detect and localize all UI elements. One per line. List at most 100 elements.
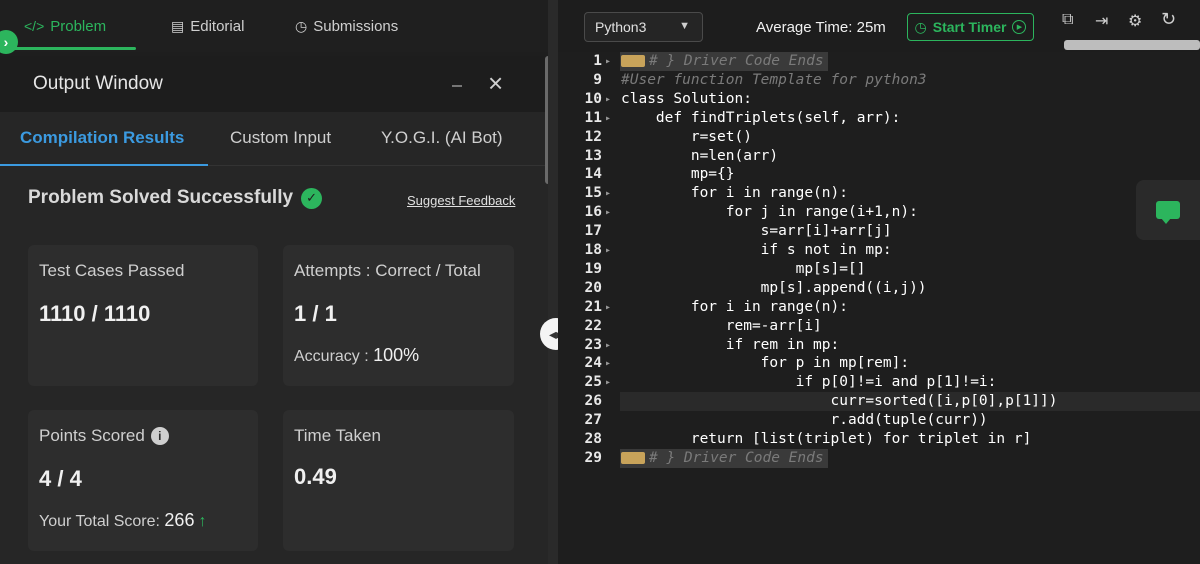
- code-line[interactable]: 9 #User function Template for python3: [558, 71, 1200, 90]
- fold-arrow-icon[interactable]: ▸: [605, 373, 611, 392]
- fold-arrow-icon[interactable]: ▸: [605, 298, 611, 317]
- code-line[interactable]: 27 r.add(tuple(curr)): [558, 411, 1200, 430]
- code-text: for i in range(n):: [621, 185, 848, 202]
- code-text: # } Driver Code Ends: [621, 52, 824, 71]
- tab-submissions-label: Submissions: [313, 17, 399, 35]
- start-timer-label: Start Timer: [932, 19, 1007, 35]
- minimize-icon[interactable]: ⎯: [452, 74, 462, 97]
- code-line[interactable]: 25 ▸ if p[0]!=i and p[1]!=i:: [558, 373, 1200, 392]
- clock-icon: ◷: [914, 18, 927, 35]
- code-text: mp={}: [621, 166, 735, 183]
- code-line[interactable]: 14 mp={}: [558, 165, 1200, 184]
- fold-arrow-icon[interactable]: ▸: [605, 184, 611, 203]
- folded-code-badge[interactable]: [621, 451, 645, 464]
- editor-pane: Python3 ▼ Average Time: 25m ◷ Start Time…: [558, 0, 1200, 564]
- line-number: 18: [584, 242, 602, 258]
- code-line[interactable]: 28 return [list(triplet) for triplet in …: [558, 430, 1200, 449]
- language-select[interactable]: Python3 ▼: [584, 12, 703, 42]
- tab-yogi-ai-bot[interactable]: Y.O.G.I. (AI Bot): [381, 128, 503, 148]
- line-number: 11: [584, 109, 602, 126]
- line-number: 17: [584, 223, 602, 240]
- line-number: 25: [584, 374, 602, 391]
- code-line[interactable]: 18 ▸ if s not in mp:: [558, 241, 1200, 260]
- code-line[interactable]: 20 mp[s].append((i,j)): [558, 279, 1200, 298]
- code-line[interactable]: 17 s=arr[i]+arr[j]: [558, 222, 1200, 241]
- gear-icon[interactable]: ⚙: [1128, 11, 1142, 31]
- card-attempts: Attempts : Correct / Total 1 / 1 Accurac…: [283, 245, 514, 386]
- tab-editorial[interactable]: ▤ Editorial: [171, 0, 244, 52]
- card-value: 1110 / 1110: [39, 301, 151, 326]
- status-text: Problem Solved Successfully: [28, 187, 294, 208]
- folded-code-badge[interactable]: [621, 55, 645, 67]
- code-text: for j in range(i+1,n):: [621, 204, 918, 221]
- code-line[interactable]: 11 ▸ def findTriplets(self, arr):: [558, 109, 1200, 128]
- code-line[interactable]: 19 mp[s]=[]: [558, 260, 1200, 279]
- code-text: n=len(arr): [621, 147, 779, 164]
- line-number: 26: [584, 393, 602, 410]
- line-number: 19: [584, 260, 602, 277]
- line-number: 16: [584, 204, 602, 221]
- editor-horizontal-scrollbar[interactable]: [1064, 40, 1200, 50]
- card-value: 4 / 4: [39, 466, 82, 491]
- code-line[interactable]: 13 n=len(arr): [558, 147, 1200, 166]
- close-icon[interactable]: ×: [488, 70, 503, 96]
- tab-active-underline: [12, 47, 136, 50]
- total-score-value: 266: [164, 510, 195, 530]
- code-line[interactable]: 10 ▸ class Solution:: [558, 90, 1200, 109]
- total-score: Your Total Score: 266 ↑: [39, 510, 206, 531]
- code-line[interactable]: 26 curr=sorted([i,p[0],p[1]]): [558, 392, 1200, 411]
- fold-arrow-icon[interactable]: ▸: [605, 354, 611, 373]
- language-value: Python3: [595, 19, 647, 35]
- code-text: s=arr[i]+arr[j]: [621, 223, 892, 240]
- code-line[interactable]: 1 ▸ # } Driver Code Ends: [558, 52, 1200, 71]
- app-root: </> Problem ▤ Editorial ◷ Submissions › …: [0, 0, 1200, 564]
- code-line[interactable]: 29 # } Driver Code Ends: [558, 449, 1200, 468]
- chat-button[interactable]: [1136, 180, 1200, 240]
- export-icon[interactable]: ⇥: [1095, 11, 1108, 31]
- card-label: Time Taken: [294, 426, 381, 445]
- code-line[interactable]: 16 ▸ for j in range(i+1,n):: [558, 203, 1200, 222]
- fold-arrow-icon[interactable]: ▸: [605, 336, 611, 355]
- code-editor[interactable]: 1 ▸ # } Driver Code Ends 9 #User function Te…: [558, 52, 1200, 564]
- code-text: for p in mp[rem]:: [621, 355, 910, 372]
- start-timer-button[interactable]: ◷ Start Timer ▶: [907, 13, 1034, 41]
- code-text-content: # } Driver Code Ends: [649, 53, 824, 69]
- line-number: 15: [584, 185, 602, 202]
- output-header: Output Window ⎯ ×: [0, 56, 548, 112]
- code-line[interactable]: 21 ▸ for i in range(n):: [558, 298, 1200, 317]
- card-value: 0.49: [294, 464, 337, 489]
- tab-editorial-label: Editorial: [190, 17, 245, 35]
- info-icon[interactable]: i: [150, 427, 169, 445]
- fold-arrow-icon[interactable]: ▸: [605, 241, 611, 260]
- tab-problem[interactable]: </> Problem: [24, 0, 106, 52]
- output-tab-underline: [0, 164, 208, 166]
- line-number: 1: [593, 53, 602, 69]
- line-number: 13: [584, 147, 602, 164]
- code-line[interactable]: 12 r=set(): [558, 128, 1200, 147]
- tab-custom-input[interactable]: Custom Input: [230, 128, 331, 148]
- code-line[interactable]: 22 rem=-arr[i]: [558, 317, 1200, 336]
- line-number: 24: [584, 355, 602, 372]
- status-message: Problem Solved Successfully ✓: [28, 187, 323, 209]
- code-text: class Solution:: [621, 90, 752, 107]
- chat-icon: [1156, 201, 1180, 224]
- refresh-icon[interactable]: ↻: [1161, 9, 1176, 30]
- card-value: 1 / 1: [294, 301, 337, 326]
- line-number: 22: [584, 317, 602, 334]
- tab-submissions[interactable]: ◷ Submissions: [295, 0, 398, 52]
- code-text: if p[0]!=i and p[1]!=i:: [621, 374, 997, 391]
- code-text: curr=sorted([i,p[0],p[1]]): [621, 393, 1058, 410]
- fold-arrow-icon[interactable]: ▸: [605, 90, 611, 109]
- fold-arrow-icon[interactable]: ▸: [605, 52, 611, 71]
- code-line[interactable]: 15 ▸ for i in range(n):: [558, 184, 1200, 203]
- code-line[interactable]: 24 ▸ for p in mp[rem]:: [558, 354, 1200, 373]
- tab-compilation-results[interactable]: Compilation Results: [20, 128, 184, 148]
- suggest-feedback-link[interactable]: Suggest Feedback: [407, 193, 515, 208]
- fold-arrow-icon[interactable]: ▸: [605, 109, 611, 128]
- fold-arrow-icon[interactable]: ▸: [605, 203, 611, 222]
- code-text: return [list(triplet) for triplet in r]: [621, 431, 1032, 447]
- code-line[interactable]: 23 ▸ if rem in mp:: [558, 336, 1200, 355]
- average-time: Average Time: 25m: [756, 19, 886, 36]
- copy-icon[interactable]: ⧉: [1062, 11, 1073, 29]
- pane-divider[interactable]: [548, 0, 558, 564]
